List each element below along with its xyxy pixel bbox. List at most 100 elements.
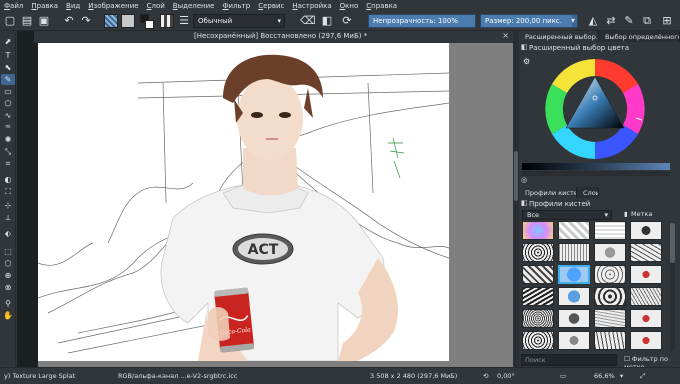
brush-preset-17[interactable] xyxy=(558,309,590,328)
edit-shapes-icon[interactable]: ⬉ xyxy=(1,62,15,73)
rotate-icon[interactable]: ⟲ xyxy=(483,372,488,380)
brush-preset-6[interactable] xyxy=(594,243,626,262)
brush-preset-14[interactable] xyxy=(594,287,626,306)
brush-preset-0[interactable] xyxy=(522,221,554,240)
bezier-tool-icon[interactable]: ∿ xyxy=(1,110,15,121)
color-wheel[interactable] xyxy=(544,58,646,160)
redo-icon[interactable]: ↷ xyxy=(79,14,93,28)
size-slider[interactable]: Размер: 200,00 пикс. xyxy=(480,14,578,28)
brush-preset-12[interactable] xyxy=(522,287,554,306)
brush-preset-9[interactable] xyxy=(558,265,590,284)
multibrush-icon[interactable]: ✺ xyxy=(1,134,15,145)
contiguous-select-icon[interactable]: ⊕ xyxy=(1,270,15,281)
undo-icon[interactable]: ↶ xyxy=(62,14,76,28)
brush-grid-scrollbar[interactable] xyxy=(670,223,675,351)
polygon-select-icon[interactable]: ⬡ xyxy=(1,258,15,269)
brush-preset-2[interactable] xyxy=(594,221,626,240)
new-document-icon[interactable]: ▢ xyxy=(3,14,17,28)
reload-preset-icon[interactable]: ⟳ xyxy=(340,14,354,28)
fill-tool-icon[interactable]: ⛶ xyxy=(1,186,15,197)
text-tool-icon[interactable]: T xyxy=(1,50,15,61)
brush-search-input[interactable]: Поиск xyxy=(521,354,617,366)
menu-item-3[interactable]: Изображение xyxy=(88,2,138,10)
preserve-alpha-icon[interactable]: ◧ xyxy=(320,14,334,28)
mirror-horizontal-icon[interactable]: ◭ xyxy=(586,14,600,28)
tag-icon[interactable]: ▮ xyxy=(624,210,628,218)
status-color-profile[interactable]: RGB/альфа-канал ...e-V2-srgbtrc.icc xyxy=(118,372,237,380)
brush-preset-20[interactable] xyxy=(522,331,554,350)
document-tab[interactable]: [Несохранённый] Восстановлено (297,6 МиБ… xyxy=(34,31,513,43)
tab-layers[interactable]: Слои xyxy=(577,187,599,198)
transform-tool-icon[interactable]: ⤡ xyxy=(1,146,15,157)
zoom-slider[interactable]: ▭ xyxy=(560,372,566,380)
bezier-select-icon[interactable]: ⊗ xyxy=(1,282,15,293)
wrap-around-icon[interactable]: ⧉ xyxy=(640,14,654,28)
pattern-button[interactable] xyxy=(121,14,135,28)
color-settings-icon[interactable]: ⚙ xyxy=(523,57,530,66)
brush-preset-7[interactable] xyxy=(630,243,662,262)
rectangle-tool-icon[interactable]: ▭ xyxy=(1,86,15,97)
fit-view-icon[interactable]: ⤢ xyxy=(640,372,645,381)
freehand-brush-icon[interactable]: ✎ xyxy=(1,74,15,85)
pan-tool-icon[interactable]: ✋ xyxy=(1,310,15,321)
menu-item-10[interactable]: Справка xyxy=(366,2,397,10)
tab-brush-presets[interactable]: Профили кистей xyxy=(519,187,577,198)
reference-tool-icon[interactable]: ⬖ xyxy=(1,228,15,239)
menu-item-1[interactable]: Правка xyxy=(31,2,58,10)
menu-item-0[interactable]: Файл xyxy=(4,2,23,10)
status-rotation[interactable]: 0,00° xyxy=(497,372,515,380)
brush-preset-15[interactable] xyxy=(630,287,662,306)
gradient-tool-icon[interactable]: ◐ xyxy=(1,174,15,185)
brush-preset-22[interactable] xyxy=(594,331,626,350)
tag-label[interactable]: Метка xyxy=(631,210,652,218)
menu-item-4[interactable]: Слой xyxy=(147,2,165,10)
zoom-tool-icon[interactable]: ⚲ xyxy=(1,298,15,309)
gradient-pattern-button[interactable] xyxy=(104,14,118,28)
brush-filter-select[interactable]: Все ▾ xyxy=(522,210,612,220)
assistant-tool-icon[interactable]: ⊹ xyxy=(1,200,15,211)
close-tab-icon[interactable]: × xyxy=(502,31,509,40)
eraser-icon[interactable]: ⌫ xyxy=(300,14,316,28)
brush-preset-button[interactable] xyxy=(160,14,174,28)
brush-preset-5[interactable] xyxy=(558,243,590,262)
brush-preset-13[interactable] xyxy=(558,287,590,306)
brush-preset-4[interactable] xyxy=(522,243,554,262)
polygon-tool-icon[interactable]: ⬠ xyxy=(1,98,15,109)
brush-preset-1[interactable] xyxy=(558,221,590,240)
value-gradient-bar[interactable] xyxy=(522,163,670,170)
menu-item-9[interactable]: Окно xyxy=(340,2,359,10)
status-brush-name[interactable]: y) Texture Large Splat xyxy=(4,372,75,380)
brush-preset-10[interactable] xyxy=(594,265,626,284)
brush-tool-icon[interactable]: ✎ xyxy=(622,14,636,28)
menu-item-8[interactable]: Настройка xyxy=(292,2,331,10)
brush-preset-18[interactable] xyxy=(594,309,626,328)
status-zoom[interactable]: 66,6% xyxy=(594,372,615,380)
brush-preset-8[interactable] xyxy=(522,265,554,284)
menu-item-7[interactable]: Сервис xyxy=(258,2,284,10)
mirror-vertical-icon[interactable]: ⇄ xyxy=(604,14,618,28)
brush-preset-19[interactable] xyxy=(630,309,662,328)
color-history-icon[interactable]: ◎ xyxy=(521,176,527,184)
menu-item-6[interactable]: Фильтр xyxy=(222,2,250,10)
select-shapes-icon[interactable]: ⬈ xyxy=(1,36,15,47)
brush-preset-21[interactable] xyxy=(558,331,590,350)
tab-specific-color-selector[interactable]: Выбор определённого ... xyxy=(599,31,680,42)
dynamic-brush-icon[interactable]: ꟹ xyxy=(1,122,15,133)
brush-preset-23[interactable] xyxy=(630,331,662,350)
tab-advanced-color-selector[interactable]: Расширенный выбор... xyxy=(519,31,599,42)
brush-preset-16[interactable] xyxy=(522,309,554,328)
menu-item-2[interactable]: Вид xyxy=(66,2,80,10)
crop-tool-icon[interactable]: ⌗ xyxy=(1,158,15,169)
panel-float-icon[interactable]: ◧ xyxy=(521,43,528,51)
scrollbar-thumb[interactable] xyxy=(670,223,675,263)
open-document-icon[interactable]: ▤ xyxy=(20,14,34,28)
brush-settings-icon[interactable]: ☰ xyxy=(177,14,191,28)
drawing-canvas[interactable]: ACT Coca-Cola xyxy=(38,43,449,361)
rect-select-icon[interactable]: ⬚ xyxy=(1,246,15,257)
opacity-slider[interactable]: Непрозрачность: 100% xyxy=(368,14,476,28)
workspace-icon[interactable]: ⊞ xyxy=(660,14,674,28)
blend-mode-select[interactable]: Обычный ▾ xyxy=(193,14,285,28)
measure-tool-icon[interactable]: ⟂ xyxy=(1,212,15,223)
zoom-dropdown-icon[interactable]: ▾ xyxy=(620,372,623,380)
brush-preset-3[interactable] xyxy=(630,221,662,240)
